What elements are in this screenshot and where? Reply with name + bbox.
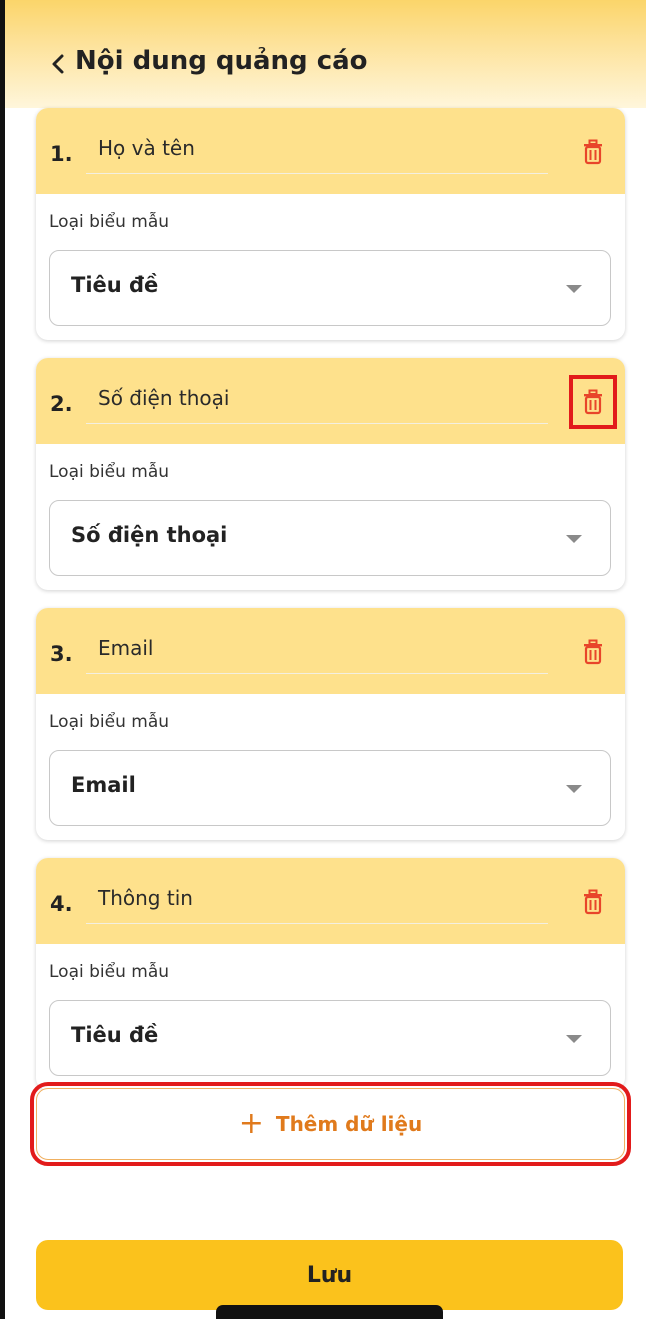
caret-down-icon: [566, 535, 582, 543]
home-indicator: [216, 1305, 443, 1319]
form-type-label: Loại biểu mẫu: [49, 212, 170, 232]
top-app-bar: Nội dung quảng cáo: [5, 0, 646, 108]
form-type-dropdown[interactable]: Email: [49, 750, 611, 826]
form-item-index: 4.: [50, 892, 73, 916]
form-item-name-field[interactable]: Email: [86, 630, 548, 674]
form-type-label: Loại biểu mẫu: [49, 712, 170, 732]
form-item-name-field[interactable]: Thông tin: [86, 880, 548, 924]
form-type-dropdown[interactable]: Tiêu đề: [49, 250, 611, 326]
add-data-label: Thêm dữ liệu: [275, 1112, 423, 1136]
form-type-dropdown[interactable]: Tiêu đề: [49, 1000, 611, 1076]
form-type-dropdown[interactable]: Số điện thoại: [49, 500, 611, 576]
form-item-name-field[interactable]: Số điện thoại: [86, 380, 548, 424]
trash-icon: [584, 889, 602, 915]
form-type-value: Email: [71, 773, 136, 797]
form-item-card: 1. Họ và tên Loại biểu mẫu Tiêu đề: [36, 108, 625, 340]
delete-button[interactable]: [572, 878, 614, 926]
form-type-value: Tiêu đề: [71, 1023, 159, 1047]
save-label: Lưu: [306, 1262, 353, 1288]
trash-icon: [584, 139, 602, 165]
delete-button[interactable]: [572, 628, 614, 676]
caret-down-icon: [566, 285, 582, 293]
caret-down-icon: [566, 1035, 582, 1043]
form-type-label: Loại biểu mẫu: [49, 962, 170, 982]
page-title: Nội dung quảng cáo: [75, 46, 368, 76]
form-type-value: Tiêu đề: [71, 273, 159, 297]
form-item-header: 4. Thông tin: [36, 858, 625, 944]
trash-icon: [584, 389, 602, 415]
form-item-name-field[interactable]: Họ và tên: [86, 130, 548, 174]
form-item-index: 3.: [50, 642, 73, 666]
left-edge-rule: [0, 0, 5, 1319]
caret-down-icon: [566, 785, 582, 793]
form-item-index: 1.: [50, 142, 73, 166]
delete-button[interactable]: [572, 128, 614, 176]
save-button[interactable]: Lưu: [36, 1240, 623, 1310]
form-item-header: 3. Email: [36, 608, 625, 694]
form-type-label: Loại biểu mẫu: [49, 462, 170, 482]
form-item-card: 2. Số điện thoại Loại biểu mẫu Số điện t…: [36, 358, 625, 590]
add-data-button[interactable]: + Thêm dữ liệu: [30, 1082, 631, 1166]
form-item-card: 3. Email Loại biểu mẫu Email: [36, 608, 625, 840]
chevron-left-icon: [52, 54, 64, 74]
form-type-value: Số điện thoại: [71, 523, 228, 547]
back-button[interactable]: [41, 44, 75, 84]
trash-icon: [584, 639, 602, 665]
form-item-header: 1. Họ và tên: [36, 108, 625, 194]
form-item-index: 2.: [50, 392, 73, 416]
plus-icon: +: [238, 1106, 264, 1141]
delete-button[interactable]: [569, 375, 617, 429]
form-item-header: 2. Số điện thoại: [36, 358, 625, 444]
form-item-card: 4. Thông tin Loại biểu mẫu Tiêu đề: [36, 858, 625, 1090]
